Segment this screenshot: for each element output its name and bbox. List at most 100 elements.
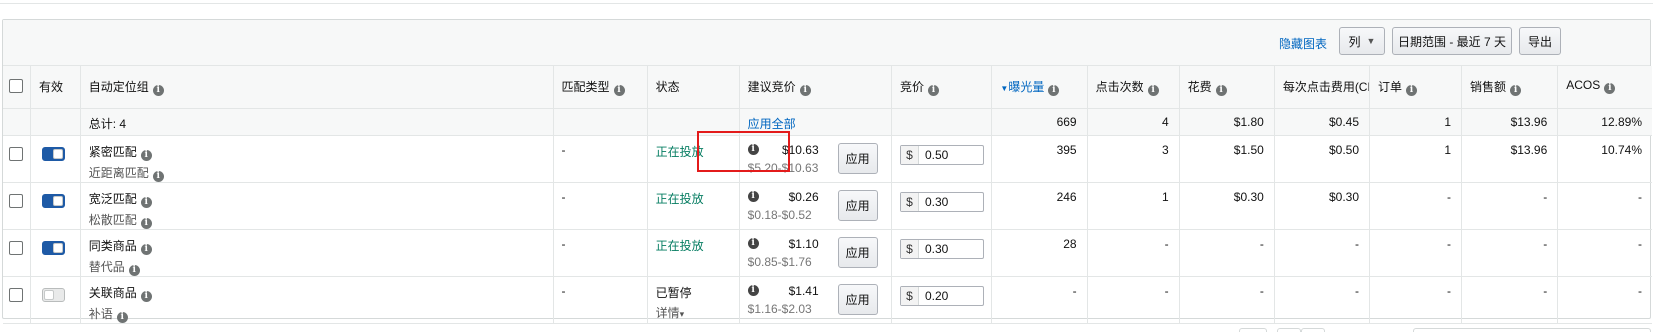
info-icon[interactable]: i [747,144,759,155]
columns-label: 列 [1348,34,1361,49]
header-row: 有效 自动定位组 i 匹配类型 i 状态 建议竞价 i 竞价 i ▼曝光量 i 点击次数 i… [3,66,1652,109]
hide-chart-link[interactable]: 隐藏图表 [1279,35,1327,52]
info-icon[interactable]: i [140,196,152,208]
suggested-bid-value: $0.26 [788,189,819,204]
export-button[interactable]: 导出 [1519,27,1561,55]
info-icon[interactable]: i [1604,83,1616,94]
spend-cell: $0.30 [1179,182,1275,230]
targeting-subname: 松散匹配 [88,212,137,227]
sales-cell: - [1461,182,1559,230]
impressions-cell: 28 [991,229,1088,277]
table-row: 紧密匹配 i 近距离匹配 i - 正在投放 i $10.63 $5.20-$10.63… [3,135,1652,183]
sales-cell: - [1461,229,1559,277]
info-icon[interactable]: i [1215,85,1227,96]
info-icon[interactable]: i [747,285,759,296]
status-text: 正在投放 [655,191,704,206]
row-checkbox[interactable] [9,193,23,208]
date-range-button[interactable]: 日期范围 - 最近 7 天 [1392,27,1512,55]
apply-bid-button[interactable]: 应用 [837,142,878,174]
apply-bid-button[interactable]: 应用 [837,189,878,221]
currency-symbol: $ [900,239,919,258]
header-orders[interactable]: 订单 i [1369,66,1463,109]
bid-input[interactable]: $ 0.30 [899,238,984,259]
header-acos[interactable]: ACOS i [1557,66,1652,109]
sales-cell: $13.96 [1461,135,1559,183]
status-detail-link[interactable]: 详情▾ [656,304,731,321]
columns-button[interactable]: 列 ▼ [1339,27,1385,55]
info-icon[interactable]: i [140,217,152,229]
header-active: 有效 [30,66,81,109]
info-icon[interactable]: i [140,290,152,302]
header-spend-label: 花费 [1187,80,1212,94]
acos-cell: - [1557,229,1652,277]
header-sales-label: 销售额 [1470,80,1507,94]
info-icon[interactable]: i [140,243,152,255]
header-bid[interactable]: 竞价 i [891,66,993,109]
status-text: 已暂停 [655,285,692,300]
match-type: - [553,182,648,230]
row-checkbox[interactable] [9,287,23,302]
info-icon[interactable]: i [1048,85,1060,96]
info-icon[interactable]: i [152,85,164,96]
header-spend[interactable]: 花费 i [1179,66,1275,109]
pager-page-input[interactable] [1239,328,1267,332]
select-all-checkbox[interactable] [9,79,23,93]
info-icon[interactable]: i [927,85,939,96]
cpc-cell: $0.30 [1274,182,1371,230]
header-targeting-group-label: 自动定位组 [88,80,149,94]
header-sales[interactable]: 销售额 i [1461,66,1559,109]
total-label: 总计: 4 [80,108,554,136]
info-icon[interactable]: i [747,238,759,249]
info-icon[interactable]: i [128,264,140,276]
apply-bid-button[interactable]: 应用 [837,236,878,268]
total-spend: $1.80 [1179,108,1275,136]
apply-bid-button[interactable]: 应用 [837,283,878,315]
active-toggle[interactable] [42,193,65,208]
bid-input[interactable]: $ 0.20 [899,285,984,306]
spend-cell: $1.50 [1179,135,1275,183]
bid-input[interactable]: $ 0.50 [899,144,984,165]
active-toggle[interactable] [42,287,65,302]
header-match-type[interactable]: 匹配类型 i [553,66,648,109]
info-icon[interactable]: i [116,311,128,323]
row-checkbox[interactable] [9,240,23,255]
info-icon[interactable]: i [799,85,811,96]
clicks-cell: - [1087,276,1180,324]
info-icon[interactable]: i [1406,85,1418,96]
status-text: 正在投放 [655,238,704,253]
header-cpc[interactable]: 每次点击费用(CPC) [1274,66,1371,109]
active-toggle[interactable] [42,146,65,161]
header-targeting-group[interactable]: 自动定位组 i [80,66,554,109]
info-icon[interactable]: i [152,170,164,182]
impressions-cell: 395 [991,135,1088,183]
cpc-cell: - [1274,229,1371,277]
toggle-knob [53,195,63,206]
info-icon[interactable]: i [140,149,152,161]
suggested-bid-value: $1.41 [788,283,819,298]
header-status[interactable]: 状态 [647,66,740,109]
total-cpc: $0.45 [1274,108,1371,136]
toggle-knob [53,242,63,253]
active-toggle[interactable] [42,240,65,255]
header-acos-label: ACOS [1566,78,1601,92]
orders-cell: 1 [1369,135,1463,183]
bid-input[interactable]: $ 0.30 [899,191,984,212]
info-icon[interactable]: i [1510,85,1522,96]
info-icon[interactable]: i [1147,85,1159,96]
apply-all-link[interactable]: 应用全部 [748,117,796,131]
clicks-cell: - [1087,229,1180,277]
match-type: - [553,229,648,277]
pager-next-button[interactable] [1301,328,1325,332]
pager-prev-button[interactable] [1277,328,1301,332]
row-checkbox[interactable] [9,146,23,161]
table-row: 宽泛匹配 i 松散匹配 i - 正在投放 i $0.26 $0.18-$0.52 应用… [3,182,1652,230]
header-suggested-bid[interactable]: 建议竞价 i [739,66,892,109]
info-icon[interactable]: i [613,85,625,96]
results-per-page-select[interactable] [1413,328,1651,332]
targeting-panel: 隐藏图表 列 ▼ 日期范围 - 最近 7 天 导出 有效 自动定位组 i 匹配类型… [2,19,1652,332]
clicks-cell: 3 [1087,135,1180,183]
header-impressions[interactable]: ▼曝光量 i [991,66,1088,109]
info-icon[interactable]: i [747,191,759,202]
header-clicks[interactable]: 点击次数 i [1087,66,1180,109]
total-clicks: 4 [1087,108,1180,136]
